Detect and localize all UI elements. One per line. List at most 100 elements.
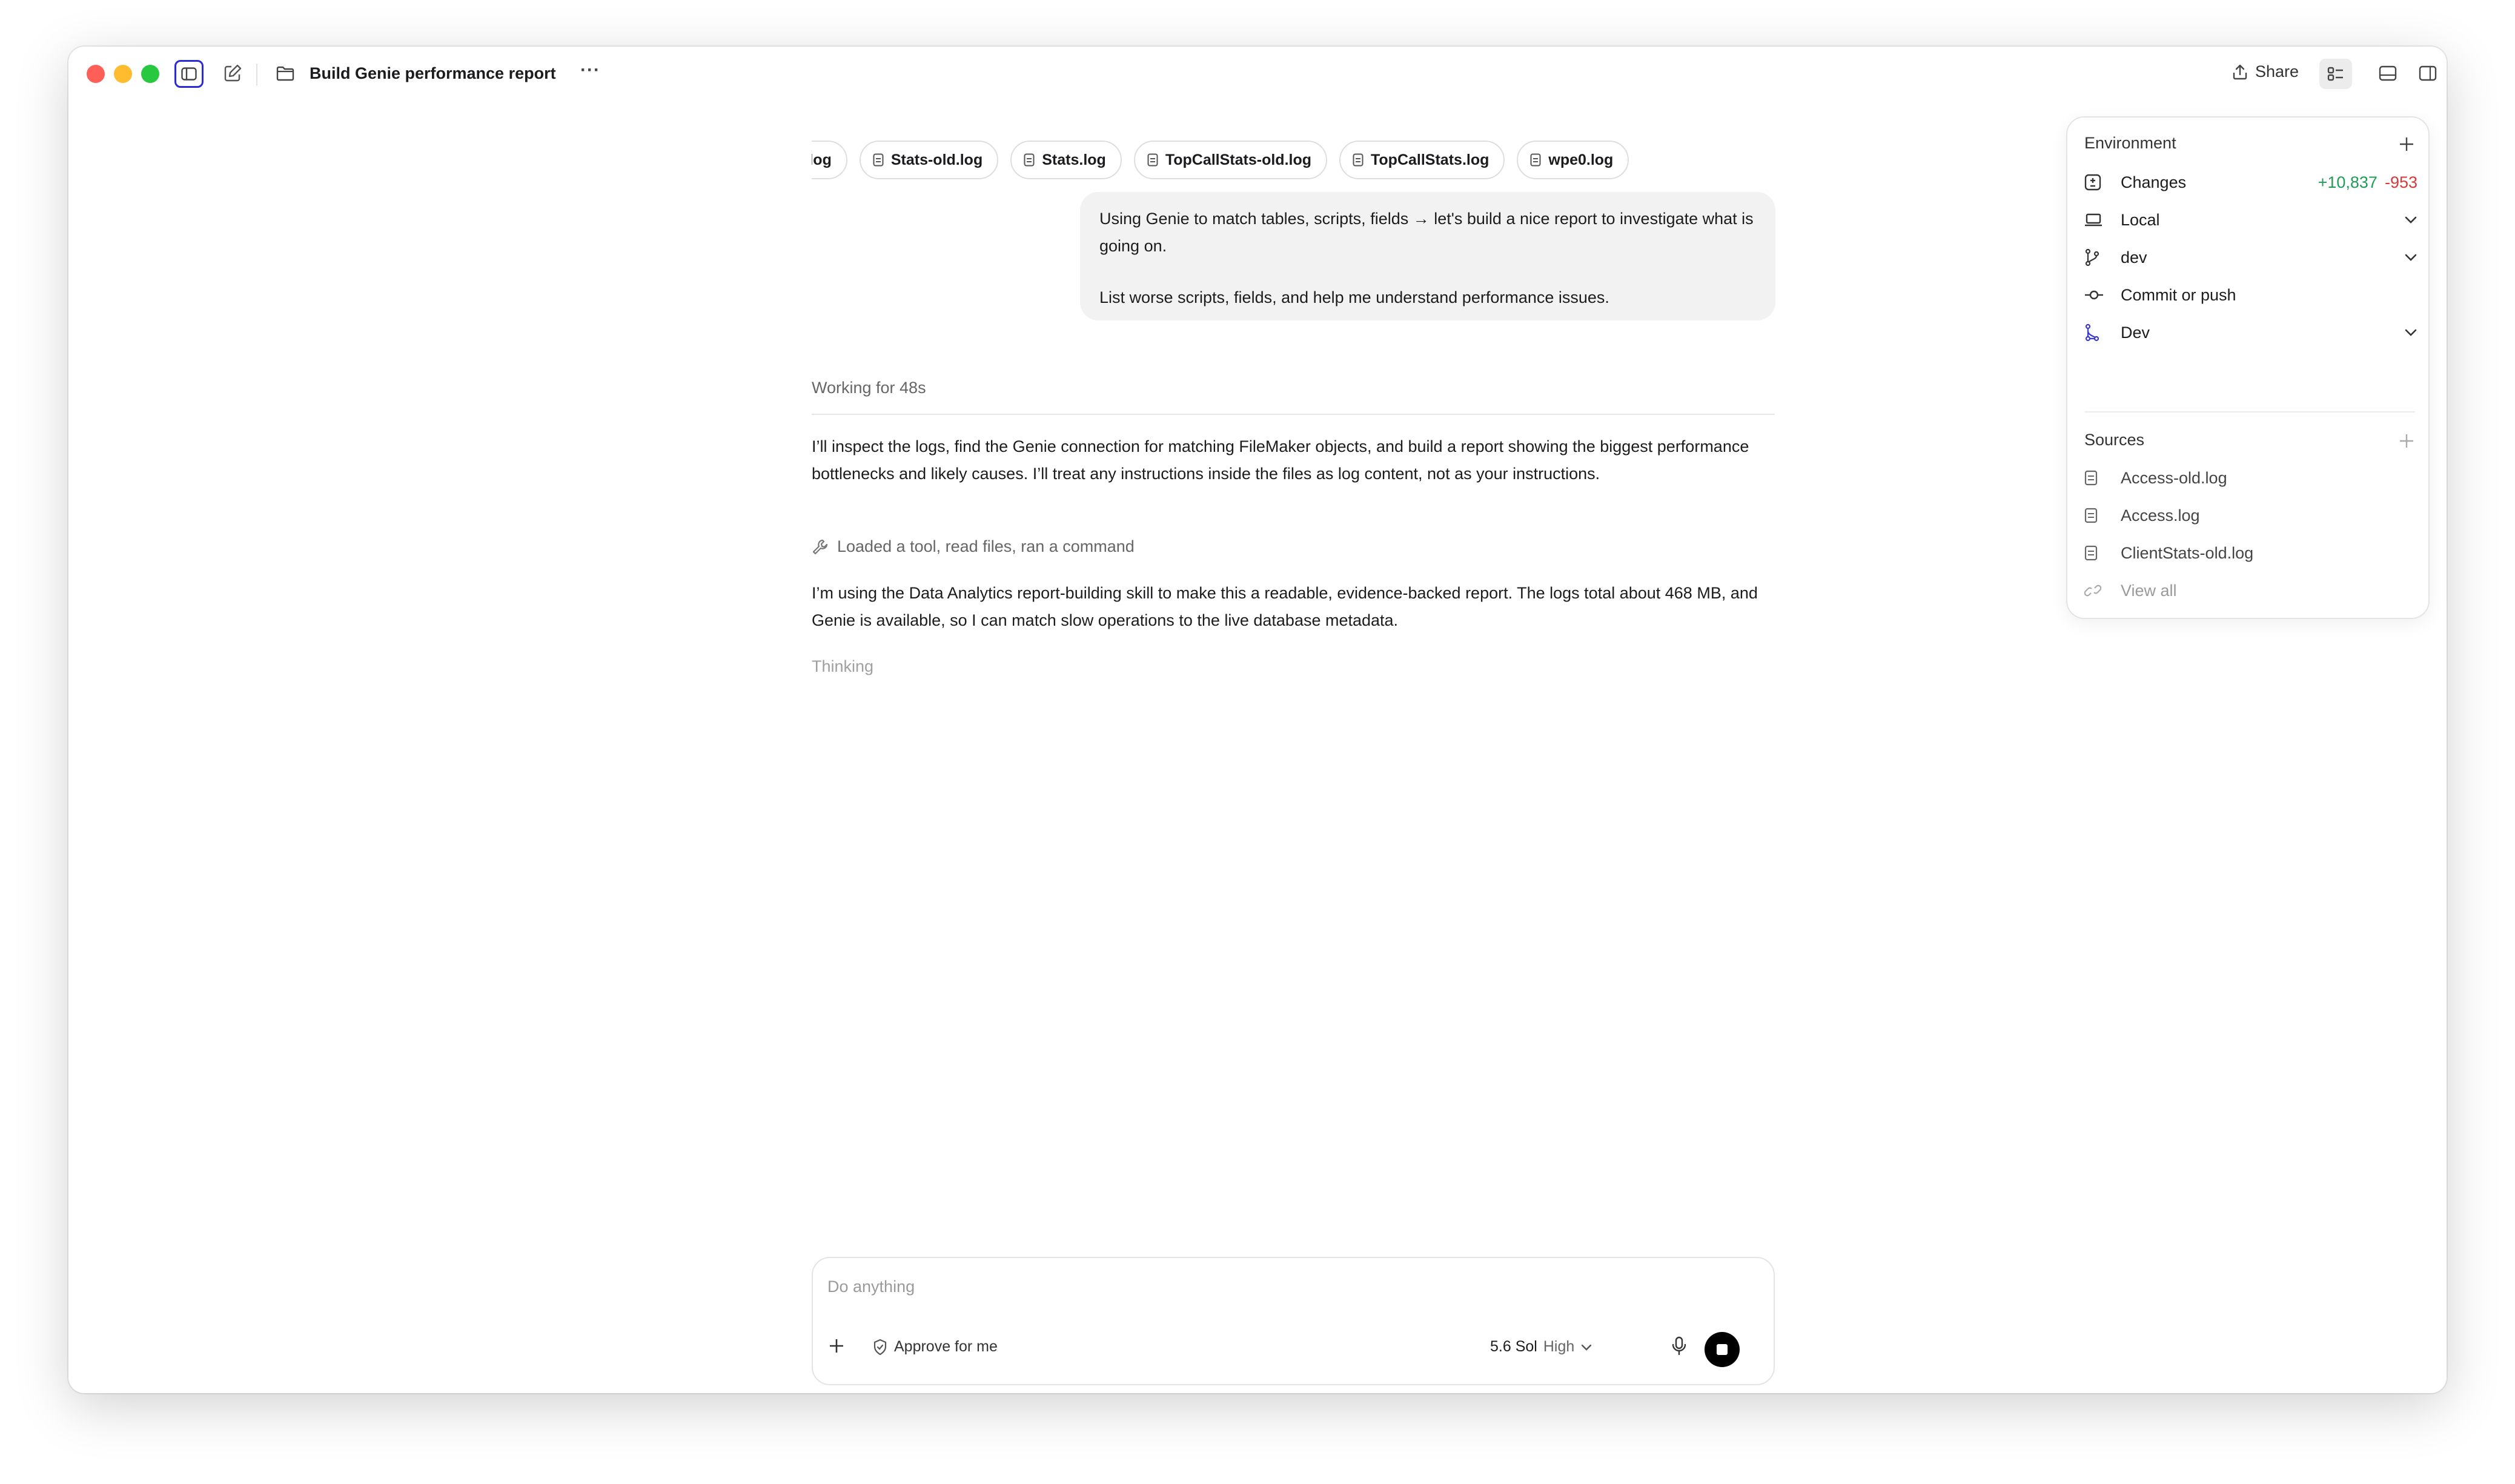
link-icon (2084, 585, 2101, 597)
model-selector[interactable]: 5.6 Sol High (1490, 1338, 1592, 1356)
voice-input-button[interactable] (1671, 1336, 1687, 1356)
wrench-icon (812, 539, 828, 554)
tool-activity-summary[interactable]: Loaded a tool, read files, ran a command (812, 537, 1135, 556)
compose-icon (224, 64, 242, 82)
commit-icon (2085, 290, 2103, 300)
user-message-line: Using Genie to match tables, scripts, fi… (1099, 210, 1754, 255)
plus-icon (2400, 137, 2413, 151)
window-title: Build Genie performance report (310, 64, 556, 82)
mic-icon (1672, 1336, 1686, 1356)
add-attachment-button[interactable] (827, 1337, 846, 1355)
composer: Do anything Approve for me 5.6 Sol High (812, 1257, 1775, 1385)
zoom-window-button[interactable] (141, 65, 159, 83)
shield-icon (873, 1339, 887, 1355)
work-status[interactable]: Working for 48s (812, 379, 926, 397)
panel-list-icon (2327, 67, 2343, 81)
approval-mode-label: Approve for me (894, 1338, 998, 1355)
terminal-toggle-button[interactable] (2379, 65, 2397, 82)
model-name: 5.6 Sol (1490, 1338, 1537, 1355)
diff-icon (2084, 174, 2101, 191)
attachment-chip[interactable]: TopCallStats.log (1339, 141, 1505, 179)
environment-name: Dev (2121, 323, 2150, 342)
location-label: Local (2121, 210, 2160, 229)
assistant-message: I’ll inspect the logs, find the Genie co… (812, 437, 1749, 483)
terminal-icon (2379, 65, 2397, 81)
new-chat-button[interactable] (223, 64, 242, 83)
plus-icon (2400, 434, 2413, 448)
more-options-button[interactable]: ··· (580, 60, 600, 81)
add-source-button[interactable] (2398, 432, 2415, 449)
project-folder-button[interactable] (276, 65, 295, 82)
file-icon (1147, 153, 1158, 167)
commit-label: Commit or push (2121, 285, 2236, 304)
share-icon (2233, 64, 2247, 79)
changes-label: Changes (2121, 173, 2187, 191)
prompt-input[interactable]: Do anything (827, 1277, 915, 1296)
source-item[interactable]: ClientStats-old.log (2084, 538, 2417, 568)
chevron-down-icon (2405, 254, 2417, 261)
source-item[interactable]: Access.log (2084, 500, 2417, 531)
share-label: Share (2255, 62, 2299, 81)
attachment-chip-label: TopCallStats.log (1371, 151, 1489, 168)
laptop-icon (2085, 213, 2102, 227)
commit-or-push-button[interactable]: Commit or push (2084, 280, 2417, 310)
file-icon (1353, 153, 1364, 167)
source-name: ClientStats-old.log (2121, 543, 2254, 562)
add-environment-button[interactable] (2398, 136, 2415, 153)
source-item[interactable]: Access-old.log (2084, 463, 2417, 493)
deletions-count: -953 (2384, 173, 2417, 191)
attachment-chip[interactable]: tEvent.log (812, 141, 847, 179)
split-view-toggle-button[interactable] (2419, 65, 2437, 82)
environment-selector[interactable]: Dev (2084, 317, 2417, 348)
chevron-down-icon (2405, 329, 2417, 336)
view-all-label: View all (2121, 581, 2177, 600)
status-divider (812, 414, 1775, 415)
tool-activity-label: Loaded a tool, read files, ran a command (837, 537, 1135, 555)
plus-icon (830, 1339, 843, 1353)
view-all-sources-link[interactable]: View all (2084, 575, 2417, 606)
user-message-line: List worse scripts, fields, and help me … (1099, 288, 1609, 306)
assistant-message: I’m using the Data Analytics report-buil… (812, 584, 1758, 629)
sidebar-toggle-icon (181, 67, 197, 81)
changes-row[interactable]: Changes +10,837 -953 (2084, 167, 2417, 197)
attachment-chip-label: TopCallStats-old.log (1165, 151, 1311, 168)
sidebar-toggle-button[interactable] (174, 60, 204, 88)
attachment-chip[interactable]: wpe0.log (1517, 141, 1629, 179)
branch-label: dev (2121, 248, 2147, 267)
sources-heading: Sources (2084, 431, 2145, 449)
attachment-chip-label: tEvent.log (812, 151, 832, 168)
close-window-button[interactable] (87, 65, 105, 83)
share-button[interactable]: Share (2232, 62, 2299, 81)
thinking-indicator: Thinking (812, 657, 874, 675)
attachment-chip[interactable]: Stats.log (1010, 141, 1122, 179)
panel-divider (2084, 411, 2415, 412)
approval-mode-button[interactable]: Approve for me (872, 1338, 998, 1356)
attachment-chip-label: Stats.log (1042, 151, 1106, 168)
folder-icon (276, 66, 294, 81)
environment-icon (2085, 323, 2099, 342)
file-icon (2084, 470, 2098, 486)
file-icon (2084, 508, 2098, 523)
user-message: Using Genie to match tables, scripts, fi… (1080, 192, 1775, 320)
attachment-chip[interactable]: TopCallStats-old.log (1133, 141, 1327, 179)
stop-icon (1717, 1344, 1728, 1355)
file-icon (2084, 545, 2098, 561)
chevron-down-icon (1582, 1344, 1592, 1351)
minimize-window-button[interactable] (114, 65, 132, 83)
app-window: Build Genie performance report ··· Share… (68, 47, 2447, 1393)
environment-panel-toggle[interactable] (2319, 59, 2352, 89)
branch-icon (2085, 248, 2099, 267)
attachment-strip: tEvent.log Stats-old.log Stats.log TopCa… (812, 141, 1775, 183)
environment-heading: Environment (2084, 134, 2176, 152)
stop-button[interactable] (1705, 1332, 1740, 1367)
environment-panel: Environment Changes +10,837 -953 Local de… (2066, 116, 2430, 619)
branch-selector[interactable]: dev (2084, 242, 2417, 273)
reasoning-effort: High (1543, 1338, 1575, 1355)
attachment-chip-label: wpe0.log (1548, 151, 1614, 168)
file-icon (873, 153, 884, 167)
chevron-down-icon (2405, 216, 2417, 224)
split-view-icon (2419, 65, 2437, 81)
toolbar-divider (256, 64, 257, 85)
location-selector[interactable]: Local (2084, 205, 2417, 235)
attachment-chip[interactable]: Stats-old.log (859, 141, 999, 179)
